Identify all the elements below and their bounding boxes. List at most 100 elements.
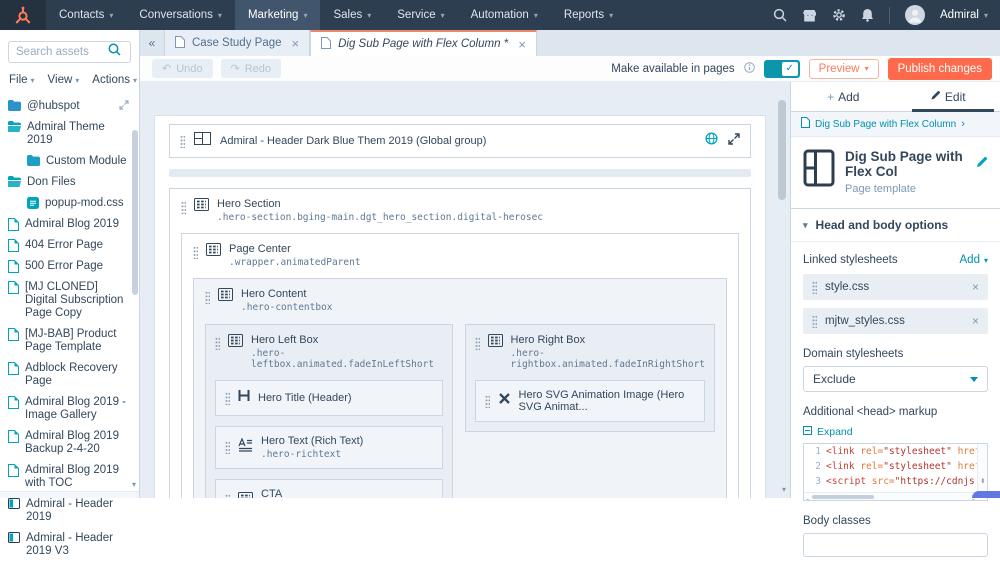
head-markup-code-editor[interactable]: 1<link rel="stylesheet" href="http 2<lin… — [803, 443, 988, 501]
scroll-left-arrow-icon[interactable]: ◂ — [805, 493, 809, 501]
search-icon[interactable] — [108, 43, 121, 61]
search-icon[interactable] — [773, 8, 787, 22]
actions-menu[interactable]: Actions▾ — [92, 74, 137, 86]
drag-handle[interactable] — [225, 441, 230, 454]
drag-handle[interactable] — [193, 246, 198, 259]
collapse-sidebar-icon[interactable]: « — [140, 30, 164, 56]
remove-icon[interactable]: × — [972, 314, 979, 328]
undo-button[interactable]: ↶Undo — [152, 59, 213, 78]
tree-item-header-2019[interactable]: Admiral - Header 2019 — [8, 494, 129, 528]
module-hero-text[interactable]: Hero Text (Rich Text) .hero-richtext — [215, 426, 443, 469]
tree-item-404-error[interactable]: 404 Error Page — [8, 235, 129, 256]
popout-icon[interactable] — [728, 132, 740, 150]
info-icon[interactable] — [744, 60, 755, 78]
close-icon[interactable]: × — [292, 36, 300, 51]
tree-item-admiral-theme[interactable]: Admiral Theme 2019 — [8, 117, 129, 151]
make-available-toggle[interactable]: ✓ — [764, 60, 800, 78]
scroll-down-arrow-icon[interactable]: ▾ — [132, 480, 136, 489]
domain-stylesheets-select[interactable]: Exclude — [803, 366, 988, 392]
tab-add[interactable]: +Add — [791, 82, 896, 111]
redo-button[interactable]: ↷Redo — [221, 59, 282, 78]
drag-handle[interactable] — [181, 201, 186, 214]
nav-item-marketing[interactable]: Marketing▾ — [235, 0, 321, 30]
head-body-options-section[interactable]: ▾ Head and body options — [791, 209, 1000, 242]
page-center-group[interactable]: Page Center .wrapper.animatedParent Hero… — [181, 233, 739, 498]
nav-item-sales[interactable]: Sales▾ — [320, 0, 384, 30]
sidebar-scrollbar[interactable] — [132, 130, 138, 295]
drag-handle[interactable] — [215, 337, 220, 350]
tree-item-mj-cloned[interactable]: [MJ CLONED] Digital Subscription Page Co… — [8, 277, 129, 324]
notifications-bell-icon[interactable] — [861, 8, 874, 22]
chevron-down-icon: ▾ — [31, 76, 35, 85]
breadcrumb[interactable]: Dig Sub Page with Flex Column — [791, 112, 1000, 137]
preview-button[interactable]: Preview▾ — [809, 59, 879, 79]
user-menu[interactable]: Admiral▾ — [940, 9, 988, 21]
drag-handle[interactable] — [812, 281, 817, 294]
canvas-scrollbar[interactable] — [778, 100, 786, 200]
hero-section-group[interactable]: Hero Section .hero-section.bging-main.dg… — [169, 188, 751, 498]
drag-handle[interactable] — [475, 337, 480, 350]
hero-content-group[interactable]: Hero Content .hero-contentbox Hero Left … — [193, 278, 727, 498]
scroll-down-arrow-icon[interactable]: ▾ — [981, 475, 985, 490]
drag-handle[interactable] — [485, 395, 490, 408]
tree-item-don-files[interactable]: Don Files — [8, 172, 129, 193]
user-avatar[interactable] — [905, 5, 925, 25]
marketplace-icon[interactable] — [802, 9, 817, 22]
document-icon — [8, 464, 19, 477]
hero-right-box-group[interactable]: Hero Right Box .hero-rightbox.animated.f… — [465, 324, 715, 432]
tree-item-blog-image-gallery[interactable]: Admiral Blog 2019 - Image Gallery — [8, 392, 129, 426]
section-icon — [488, 334, 503, 352]
hubspot-logo[interactable] — [0, 0, 46, 30]
tree-item-blog-backup[interactable]: Admiral Blog 2019 Backup 2-4-20 — [8, 426, 129, 460]
module-spacer[interactable] — [169, 169, 751, 177]
tab-case-study-page[interactable]: Case Study Page × — [164, 30, 310, 56]
tree-item-adblock[interactable]: Adblock Recovery Page — [8, 358, 129, 392]
publish-changes-button[interactable]: Publish changes — [888, 58, 992, 80]
tree-item-mj-bab[interactable]: [MJ-BAB] Product Page Template — [8, 324, 129, 358]
drag-handle[interactable] — [225, 392, 230, 405]
close-icon[interactable]: × — [518, 37, 526, 52]
scrollbar-thumb[interactable] — [812, 495, 874, 499]
edit-pencil-icon[interactable] — [975, 156, 988, 172]
tree-item-popup-mod-css[interactable]: popup-mod.css — [8, 193, 129, 214]
drag-handle[interactable] — [205, 291, 210, 304]
chat-beacon[interactable] — [972, 491, 1000, 498]
nav-item-service[interactable]: Service▾ — [384, 0, 457, 30]
stylesheet-item[interactable]: style.css × — [803, 274, 988, 300]
nav-item-reports[interactable]: Reports▾ — [551, 0, 626, 30]
file-menu[interactable]: File▾ — [9, 74, 35, 86]
nav-item-automation[interactable]: Automation▾ — [458, 0, 551, 30]
module-hero-svg-image[interactable]: Hero SVG Animation Image (Hero SVG Anima… — [475, 380, 705, 422]
drag-handle[interactable] — [225, 494, 230, 498]
tree-item-admiral-blog-2019[interactable]: Admiral Blog 2019 — [8, 214, 129, 235]
body-classes-input[interactable] — [803, 533, 988, 557]
tab-edit[interactable]: Edit — [896, 82, 1000, 111]
nav-item-conversations[interactable]: Conversations▾ — [126, 0, 235, 30]
search-assets-input[interactable] — [16, 46, 108, 58]
tree-item-500-error[interactable]: 500 Error Page — [8, 256, 129, 277]
code-vertical-scrollbar[interactable]: ▴ ▾ — [977, 444, 987, 492]
tree-item-hubspot[interactable]: @hubspot — [8, 96, 129, 117]
sidebar-horizontal-scrollbar[interactable] — [0, 491, 139, 498]
module-cta[interactable]: CTA .hero-ctabox — [215, 479, 443, 498]
settings-gear-icon[interactable] — [832, 8, 846, 22]
module-global-header[interactable]: Admiral - Header Dark Blue Them 2019 (Gl… — [169, 124, 751, 158]
stylesheet-item[interactable]: mjtw_styles.css × — [803, 308, 988, 334]
popout-icon[interactable] — [119, 100, 129, 110]
expand-code-link[interactable]: Expand — [803, 426, 988, 438]
globe-icon[interactable] — [705, 132, 718, 150]
tree-item-custom-module[interactable]: Custom Module — [8, 151, 129, 172]
module-hero-title[interactable]: Hero Title (Header) — [215, 380, 443, 416]
drag-handle[interactable] — [180, 135, 185, 148]
drag-handle[interactable] — [812, 315, 817, 328]
tree-item-blog-toc[interactable]: Admiral Blog 2019 with TOC — [8, 460, 129, 494]
tree-item-header-2019-v3[interactable]: Admiral - Header 2019 V3 — [8, 528, 129, 562]
hero-left-box-group[interactable]: Hero Left Box .hero-leftbox.animated.fad… — [205, 324, 453, 498]
add-stylesheet-link[interactable]: Add▾ — [960, 254, 988, 266]
scroll-down-arrow-icon[interactable]: ▾ — [782, 485, 786, 494]
remove-icon[interactable]: × — [972, 280, 979, 294]
code-horizontal-scrollbar[interactable]: ◂ ▸ — [804, 492, 977, 500]
nav-item-contacts[interactable]: Contacts▾ — [46, 0, 126, 30]
tab-dig-sub-page[interactable]: Dig Sub Page with Flex Column * × — [310, 30, 537, 56]
view-menu[interactable]: View▾ — [48, 74, 80, 86]
